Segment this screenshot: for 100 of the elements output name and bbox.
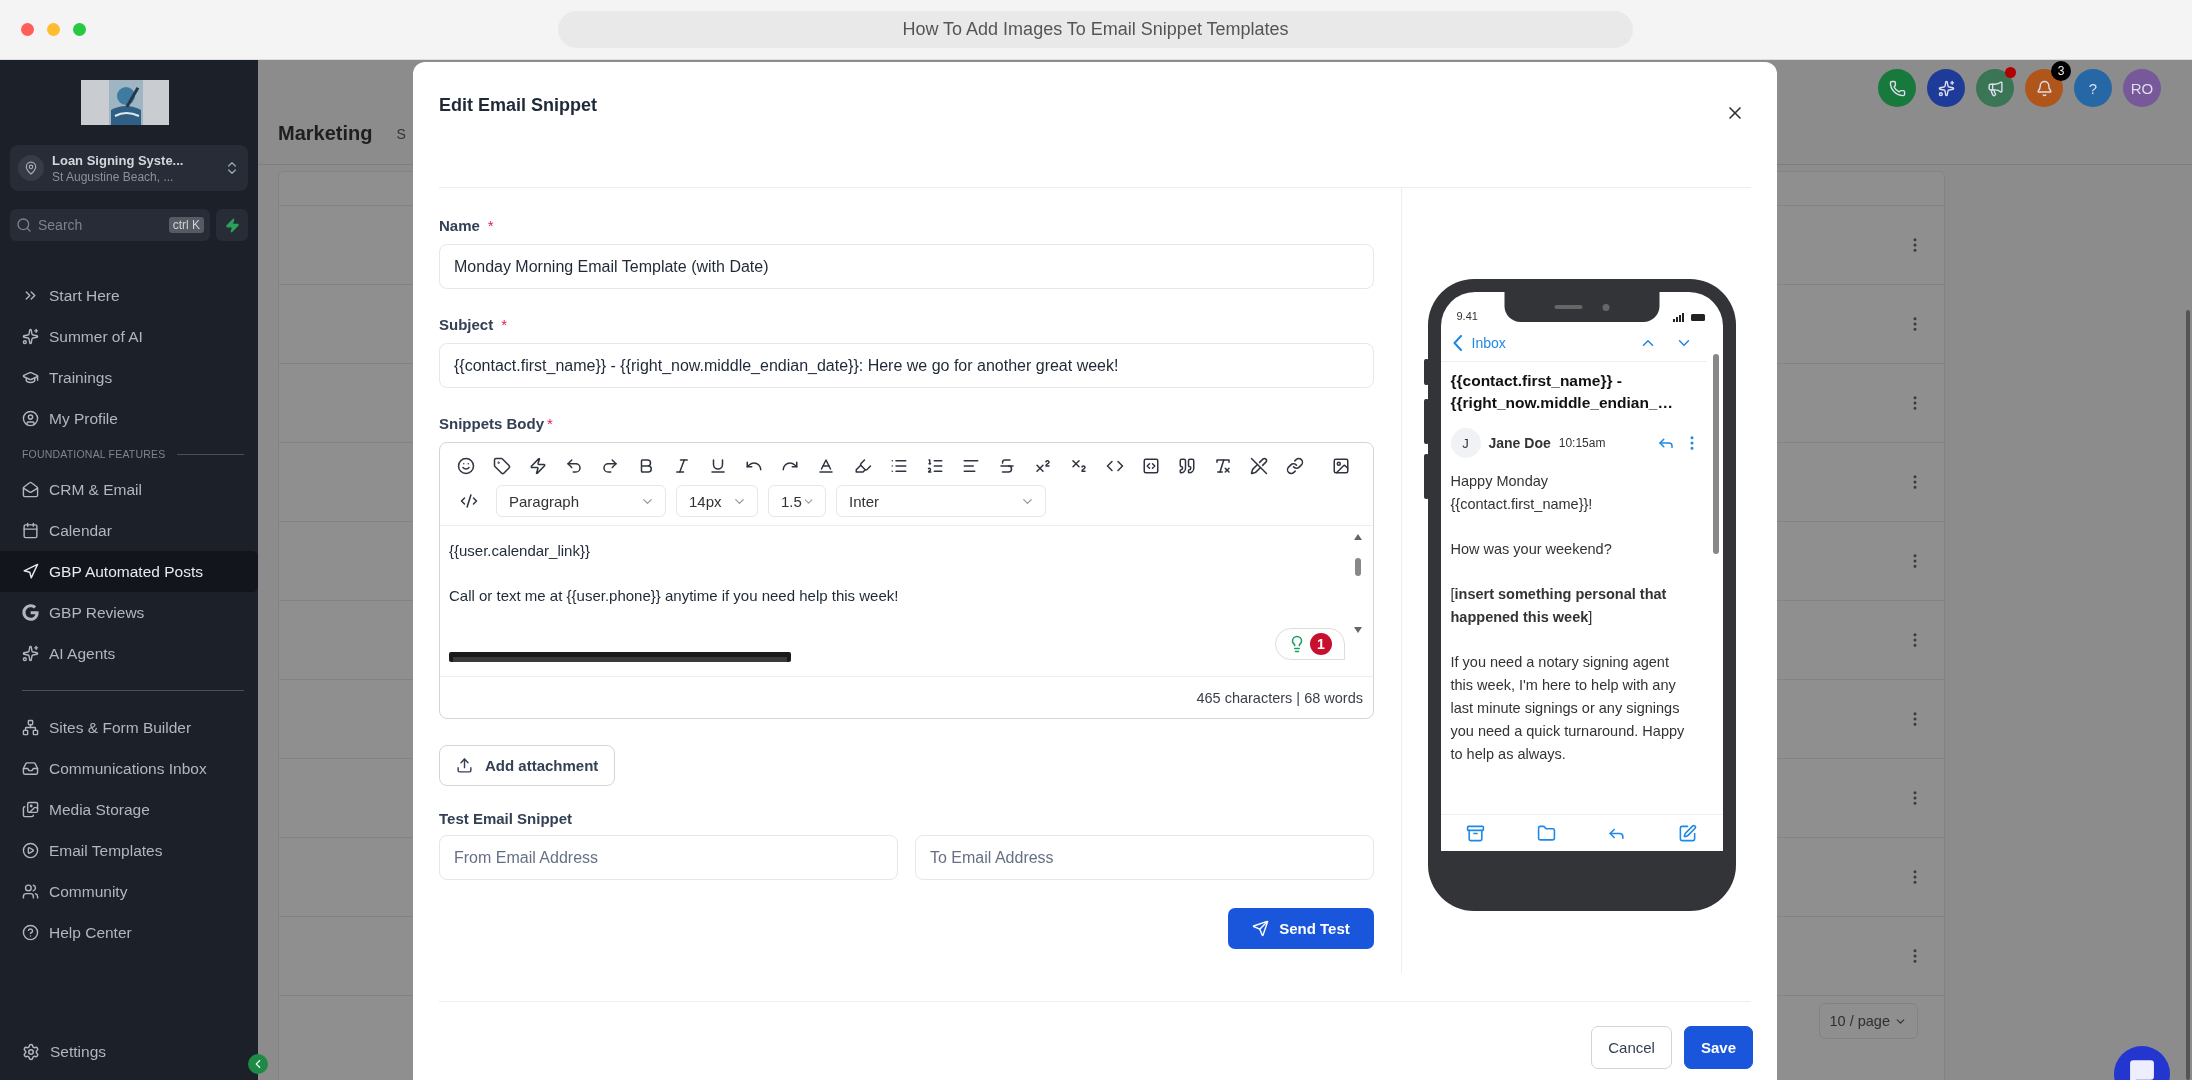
sparkles-icon [1937,79,1955,97]
scrollbar[interactable] [1712,354,1719,554]
sparkles-icon [22,645,39,662]
section-label: Test Email Snippet [439,810,574,827]
sent-time: 10:15am [1558,436,1606,450]
shortcut-key: ctrl K [168,217,204,233]
email-paragraph: If you need a notary signing agent this week, I'm here to help with any last minute signings or any signings you need a quick turnaround. Happy to help as always. [1450,653,1686,764]
input-field[interactable]: From Email Address [439,835,898,880]
email-subject: {{contact.first_name}} - {{right_now.middle_endian_… [1450,371,1674,413]
page-tab[interactable]: S [396,126,406,142]
required-mark: * [487,217,494,234]
settings-item[interactable]: Settings [0,1031,258,1072]
send-test-button[interactable]: Send Test [1228,908,1374,949]
input-field[interactable]: Monday Morning Email Template (with Date) [439,244,1374,289]
account-location: St Augustine Beach, ... [52,169,175,184]
notifications-icon [2035,79,2053,97]
folder-icon[interactable] [1536,823,1556,843]
signal-battery-icon [1672,313,1707,322]
input-field[interactable]: {{contact.first_name}} - {{right_now.middle_endian_date}}: Here we go for another great week! [439,343,1374,388]
calendar-icon [22,522,39,539]
status-time: 9.41 [1456,310,1478,322]
images-icon [22,801,39,818]
search-field[interactable]: Search ctrl K [10,209,210,241]
sidebar-item[interactable]: AI Agents [0,633,258,674]
avatar[interactable]: RO [2123,69,2161,107]
lightning-button[interactable] [216,209,248,241]
sidebar-item[interactable]: GBP Automated Posts [0,551,258,592]
editor-text: {{user.calendar_link}} [449,542,591,559]
format-select[interactable]: Inter [836,485,1046,517]
sidebar-item[interactable]: Email Templates [0,830,258,871]
sidebar-item[interactable]: Community [0,871,258,912]
collapse-button[interactable] [248,1054,268,1074]
chevron-left-icon [1452,334,1462,351]
sidebar-item[interactable]: Media Storage [0,789,258,830]
save-button[interactable]: Save [1683,1026,1753,1069]
sitemap-icon [22,719,39,736]
format-select[interactable]: Paragraph [496,485,666,517]
email-paragraph: [insert something personal that happened this week] [1450,585,1668,627]
account-switcher[interactable]: Loan Signing Syste... St Augustine Beach, ... [10,145,248,191]
sidebar-item[interactable]: Summer of AI [0,316,258,357]
sidebar-item[interactable]: Sites & Form Builder [0,707,258,748]
sidebar-item[interactable]: Trainings [0,357,258,398]
sidebar-item[interactable]: My Profile [0,398,258,439]
format-select[interactable]: 14px [676,485,758,517]
format-select[interactable]: 1.5 [768,485,826,517]
account-name: Loan Signing Syste... [52,152,185,168]
envelope-icon [22,481,39,498]
compose-icon[interactable] [1677,823,1697,843]
add-attachment-button[interactable]: Add attachment [439,745,616,786]
back-link[interactable]: Inbox [1446,334,1506,351]
help-icon [22,924,39,941]
field-label: Subject [439,316,494,333]
cancel-button[interactable]: Cancel [1591,1026,1672,1069]
sparkles-icon [22,328,39,345]
required-mark: * [501,316,508,333]
send-icon [1252,920,1270,937]
grammar-checker[interactable]: 1 [1275,628,1345,660]
field-label: Snippets Body [439,415,544,432]
sidebar-item[interactable]: Start Here [0,275,258,316]
sender-avatar: J [1450,428,1481,458]
google-g-icon [22,604,39,621]
sidebar-item[interactable]: GBP Reviews [0,592,258,633]
section-heading: FOUNDATIONAL FEATURES [22,448,166,460]
rich-text-editor[interactable]: Paragraph 14px 1.5 Inter {{user.calendar_link}} Call or text me at {{user.phone}} anytime if you need help this week! 1 465 characters | 68 words [439,442,1374,719]
email-paragraph: Happy Monday {{contact.first_name}}! [1450,472,1594,514]
notification-count: 3 [2051,61,2071,81]
phone-button[interactable] [1878,69,1916,107]
scrollbar[interactable] [2186,310,2190,1080]
required-mark: * [547,415,553,432]
dialog-title: Edit Email Snippet [439,95,598,116]
sidebar-item[interactable]: CRM & Email [0,469,258,510]
megaphone-button[interactable] [1976,69,2014,107]
inbox-icon [22,760,39,777]
input-field[interactable]: To Email Address [915,835,1374,880]
navigation-arrow-icon [22,563,39,580]
field-label: Name [439,217,480,234]
close-window-button[interactable] [21,23,34,36]
search-icon [16,217,32,233]
page-title: Marketing [278,122,373,145]
archive-icon[interactable] [1466,823,1486,843]
sidebar-item[interactable]: Calendar [0,510,258,551]
sidebar-item[interactable]: Communications Inbox [0,748,258,789]
window-title: How To Add Images To Email Snippet Templates [558,11,1633,48]
graduation-cap-icon [22,369,39,386]
sidebar-item[interactable]: Help Center [0,912,258,953]
page-size-select[interactable]: 10 / page [1818,1003,1918,1039]
character-count: 465 characters | 68 words [440,676,1373,718]
search-placeholder: Search [38,217,83,233]
email-paragraph: How was your weekend? [1450,540,1613,559]
issue-count: 1 [1310,633,1332,655]
sender-name: Jane Doe [1488,435,1551,451]
user-circle-icon [22,410,39,427]
location-icon [18,155,44,181]
help-button[interactable]: ? [2074,69,2112,107]
settings-icon [22,1042,40,1061]
sparkles-button[interactable] [1927,69,1965,107]
lightning-icon [224,217,240,233]
upload-icon [456,757,473,774]
play-circle-icon [22,842,39,859]
chat-icon [2129,1058,2155,1080]
